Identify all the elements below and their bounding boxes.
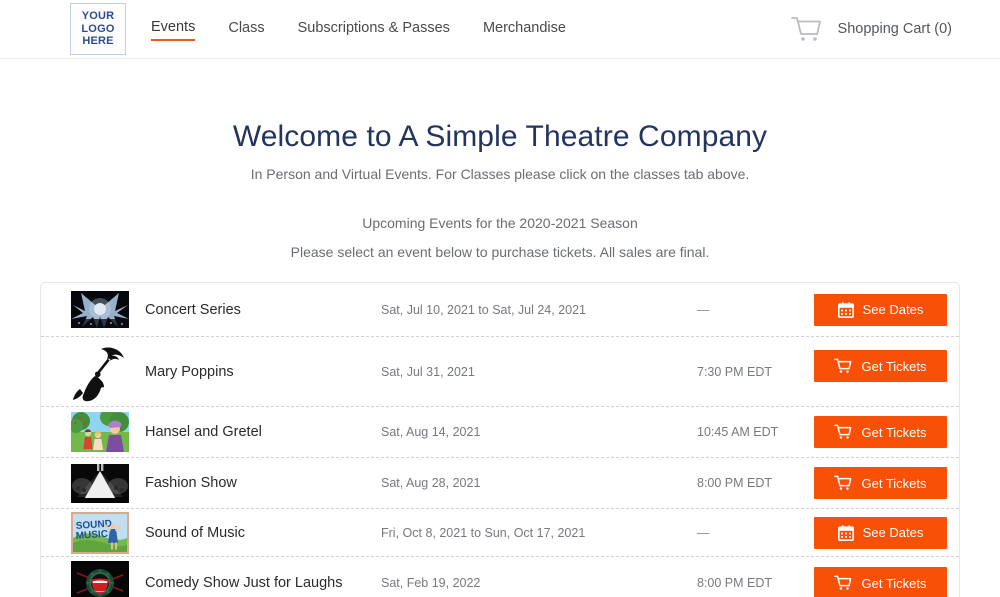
event-thumbnail-cell xyxy=(59,463,141,503)
event-action-cell: Get Tickets xyxy=(811,350,947,382)
page-title: Welcome to A Simple Theatre Company xyxy=(232,120,768,153)
table-row[interactable]: Mary Poppins Sat, Jul 31, 2021 7:30 PM E… xyxy=(41,337,959,407)
mary-poppins-thumb xyxy=(71,341,129,403)
get-tickets-button-label: Get Tickets xyxy=(861,475,927,491)
shopping-cart-icon xyxy=(834,358,852,374)
event-thumbnail-cell: SOUND MUSIC xyxy=(59,511,141,554)
fashion-show-thumb xyxy=(71,463,129,503)
nav-item-events[interactable]: Events xyxy=(151,17,196,41)
shopping-cart-link[interactable]: Shopping Cart (0) xyxy=(790,15,952,43)
event-time: — xyxy=(697,525,710,540)
get-tickets-button-label: Get Tickets xyxy=(861,575,927,591)
event-date: Sat, Feb 19, 2022 xyxy=(381,576,481,590)
nav-item-subscriptions-passes[interactable]: Subscriptions & Passes xyxy=(298,18,450,40)
hansel-and-gretel-thumb xyxy=(71,412,129,452)
event-action-cell: Get Tickets xyxy=(811,416,947,448)
site-header: YOUR LOGO HERE Events Class Subscription… xyxy=(0,0,1000,59)
event-thumbnail-cell xyxy=(59,291,141,328)
event-thumbnail-cell xyxy=(59,341,141,403)
get-tickets-button-label: Get Tickets xyxy=(861,424,927,440)
event-date: Sat, Aug 28, 2021 xyxy=(381,476,481,490)
table-row[interactable]: Comedy Show Just for Laughs Sat, Feb 19,… xyxy=(41,557,959,597)
shopping-cart-icon xyxy=(790,15,824,43)
svg-text:MUSIC: MUSIC xyxy=(75,528,108,541)
event-date: Sat, Jul 10, 2021 to Sat, Jul 24, 2021 xyxy=(381,302,587,317)
nav-item-merchandise[interactable]: Merchandise xyxy=(483,18,566,40)
hero-section: Welcome to A Simple Theatre Company In P… xyxy=(0,59,1000,260)
event-date: Sat, Aug 14, 2021 xyxy=(381,425,481,439)
event-date: Sat, Jul 31, 2021 xyxy=(381,364,475,379)
event-action-cell: See Dates xyxy=(811,293,947,326)
event-date: Fri, Oct 8, 2021 to Sun, Oct 17, 2021 xyxy=(381,525,586,540)
event-time: 7:30 PM EDT xyxy=(697,364,773,379)
instruction-text: Please select an event below to purchase… xyxy=(290,244,710,260)
event-title: Sound of Music xyxy=(145,524,245,541)
event-title: Comedy Show Just for Laughs xyxy=(145,575,343,591)
logo-line-3: HERE xyxy=(82,35,114,48)
shopping-cart-label: Shopping Cart (0) xyxy=(837,21,952,37)
event-title: Concert Series xyxy=(145,301,241,318)
nav-item-class[interactable]: Class xyxy=(228,18,264,40)
see-dates-button-label: See Dates xyxy=(862,302,924,317)
get-tickets-button[interactable]: Get Tickets xyxy=(814,350,947,382)
season-heading: Upcoming Events for the 2020-2021 Season xyxy=(362,215,638,231)
main-navigation: Events Class Subscriptions & Passes Merc… xyxy=(151,17,599,41)
concert-series-thumb xyxy=(71,291,129,328)
get-tickets-button[interactable]: Get Tickets xyxy=(814,416,947,448)
calendar-icon xyxy=(837,524,854,541)
table-row[interactable]: Hansel and Gretel Sat, Aug 14, 2021 10:4… xyxy=(41,407,959,458)
shopping-cart-icon xyxy=(834,475,852,491)
calendar-icon xyxy=(837,301,854,318)
event-title: Mary Poppins xyxy=(145,363,234,380)
logo-line-1: YOUR xyxy=(81,9,115,22)
event-time: 8:00 PM EDT xyxy=(697,576,773,590)
site-logo[interactable]: YOUR LOGO HERE xyxy=(70,3,126,55)
logo-line-2: LOGO xyxy=(81,22,115,35)
event-time: 8:00 PM EDT xyxy=(697,476,773,490)
table-row[interactable]: SOUND MUSIC Sound of Music Fri, Oct 8, 2… xyxy=(41,509,959,557)
event-title: Fashion Show xyxy=(145,475,237,491)
event-list: Concert Series Sat, Jul 10, 2021 to Sat,… xyxy=(40,282,960,597)
see-dates-button[interactable]: See Dates xyxy=(814,516,947,549)
page-subtitle: In Person and Virtual Events. For Classe… xyxy=(250,166,750,182)
event-time: 10:45 AM EDT xyxy=(697,425,779,439)
get-tickets-button[interactable]: Get Tickets xyxy=(814,467,947,499)
see-dates-button-label: See Dates xyxy=(862,525,924,540)
sound-of-music-thumb: SOUND MUSIC xyxy=(71,511,129,554)
comedy-show-thumb xyxy=(71,561,129,597)
event-action-cell: Get Tickets xyxy=(811,567,947,597)
event-thumbnail-cell xyxy=(59,412,141,452)
table-row[interactable]: Concert Series Sat, Jul 10, 2021 to Sat,… xyxy=(41,283,959,337)
event-action-cell: See Dates xyxy=(811,516,947,549)
shopping-cart-icon xyxy=(834,575,852,591)
see-dates-button[interactable]: See Dates xyxy=(814,293,947,326)
shopping-cart-icon xyxy=(834,424,852,440)
get-tickets-button[interactable]: Get Tickets xyxy=(814,567,947,597)
get-tickets-button-label: Get Tickets xyxy=(861,358,927,374)
event-action-cell: Get Tickets xyxy=(811,467,947,499)
event-title: Hansel and Gretel xyxy=(145,424,262,440)
event-thumbnail-cell xyxy=(59,561,141,597)
table-row[interactable]: Fashion Show Sat, Aug 28, 2021 8:00 PM E… xyxy=(41,458,959,509)
event-time: — xyxy=(697,302,710,317)
